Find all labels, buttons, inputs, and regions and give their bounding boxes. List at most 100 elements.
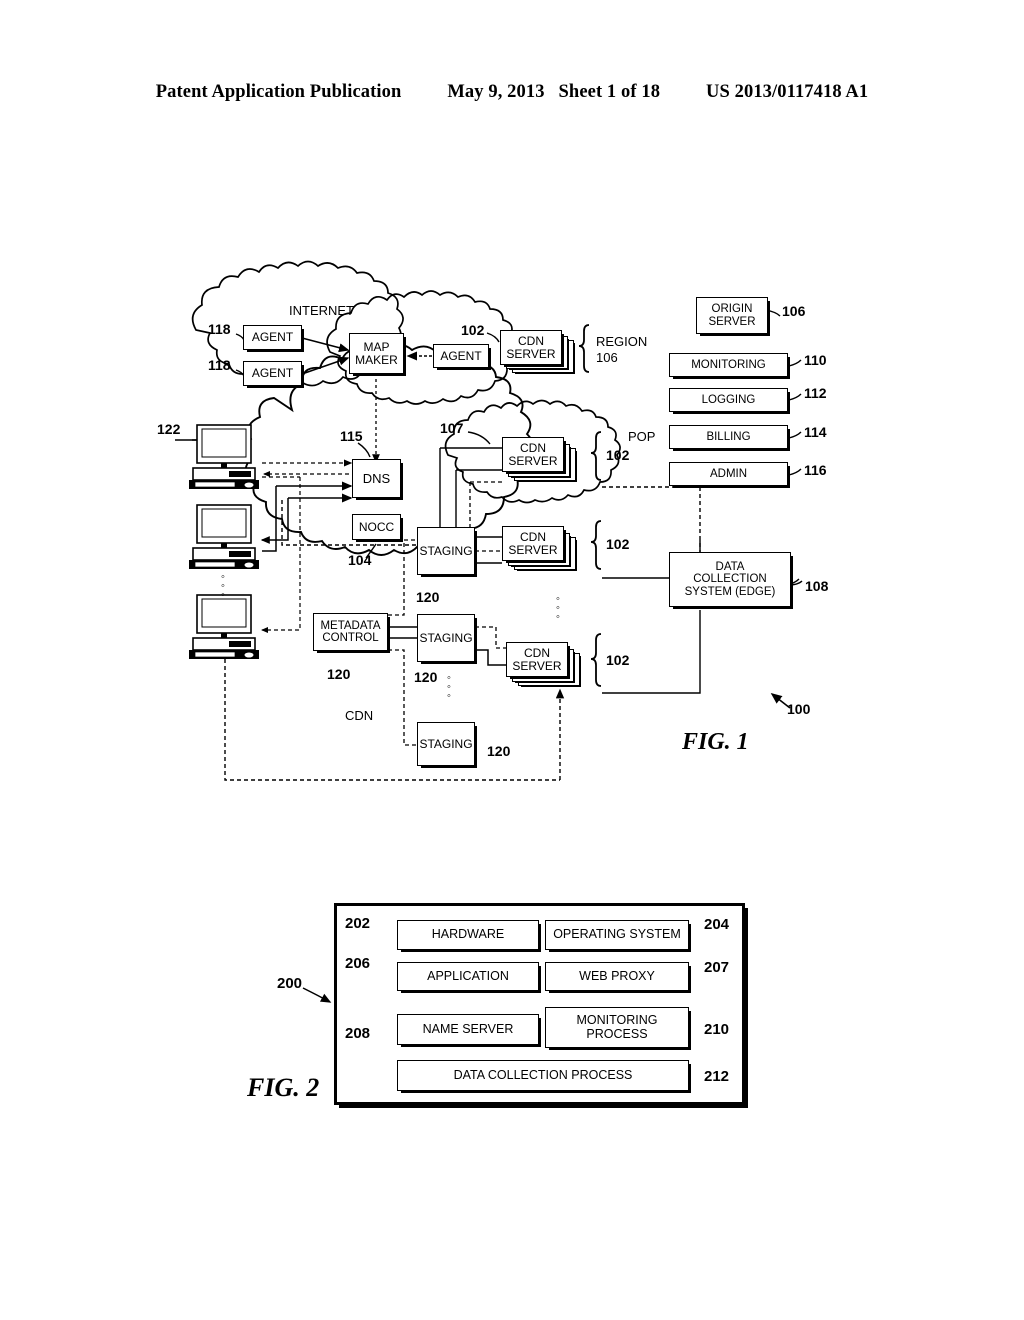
admin-label: ADMIN — [709, 467, 748, 480]
nocc-box[interactable]: NOCC — [352, 514, 401, 540]
ref-202-hardware: 202 — [345, 915, 371, 932]
ref-204-operating-system: 204 — [704, 916, 730, 933]
staging-box-3[interactable]: STAGING — [417, 722, 475, 766]
ref-102-region: 102 — [461, 322, 485, 338]
cdn-cloud-label: CDN — [345, 708, 374, 723]
logging-box[interactable]: LOGGING — [669, 388, 788, 412]
monitoring-box[interactable]: MONITORING — [669, 353, 788, 377]
operating-system-box[interactable]: OPERATING SYSTEM — [545, 920, 689, 950]
dns-box[interactable]: DNS — [352, 459, 401, 498]
data-collection-line1: DATA — [715, 561, 745, 574]
cdn-server-region-box[interactable]: CDN SERVER — [500, 330, 562, 365]
cdn-server-pop3-line2: SERVER — [512, 658, 562, 673]
ref-102-pop1: 102 — [606, 447, 630, 463]
origin-server-line1: ORIGIN — [711, 303, 753, 316]
cdn-server-pop1-line1: CDN — [520, 440, 546, 455]
ref-207-web-proxy: 207 — [704, 959, 730, 976]
agent-box-2-label: AGENT — [251, 366, 294, 381]
agent-box-3[interactable]: AGENT — [433, 344, 489, 368]
ref-110-monitoring: 110 — [804, 352, 827, 368]
monitoring-label: MONITORING — [691, 358, 766, 371]
metadata-control-box[interactable]: METADATA CONTROL — [313, 613, 388, 651]
billing-label: BILLING — [706, 430, 751, 443]
data-collection-process-label: DATA COLLECTION PROCESS — [453, 1067, 633, 1082]
ref-116-admin: 116 — [804, 462, 827, 478]
ref-106-origin-server: 106 — [782, 303, 806, 319]
application-label: APPLICATION — [427, 968, 509, 983]
ref-118-agent-2: 118 — [208, 357, 231, 373]
ref-114-billing: 114 — [804, 424, 827, 440]
ref-100-system: 100 — [787, 701, 811, 717]
data-collection-line2: COLLECTION — [693, 573, 767, 586]
cdn-server-pop3-box[interactable]: CDN SERVER — [506, 642, 568, 677]
region-label-text: REGION — [596, 334, 648, 349]
map-maker-label-line2: MAKER — [355, 352, 398, 367]
cdn-server-region-line2: SERVER — [506, 346, 556, 361]
ref-200-outer: 200 — [277, 975, 303, 992]
ref-115-dns: 115 — [340, 428, 363, 444]
agent-box-1-label: AGENT — [251, 330, 294, 345]
logging-label: LOGGING — [701, 393, 756, 406]
cdn-server-pop2-box[interactable]: CDN SERVER — [502, 526, 564, 561]
monitoring-process-line1: MONITORING — [576, 1012, 658, 1027]
agent-box-1[interactable]: AGENT — [243, 325, 302, 350]
cdn-server-vertical-ellipsis: ◦ ◦ ◦ — [556, 593, 560, 623]
admin-box[interactable]: ADMIN — [669, 462, 788, 486]
origin-server-box[interactable]: ORIGIN SERVER — [696, 297, 768, 334]
ref-120-staging-1: 120 — [416, 589, 440, 605]
hardware-label: HARDWARE — [431, 927, 505, 942]
nocc-label: NOCC — [358, 519, 395, 534]
staging-box-1[interactable]: STAGING — [417, 527, 475, 575]
data-collection-system-box[interactable]: DATA COLLECTION SYSTEM (EDGE) — [669, 552, 791, 607]
figure-2-caption: FIG. 2 — [247, 1073, 320, 1102]
name-server-label: NAME SERVER — [422, 1021, 514, 1036]
staging-box-2-label: STAGING — [419, 630, 473, 645]
name-server-box[interactable]: NAME SERVER — [397, 1014, 539, 1045]
staging-box-2[interactable]: STAGING — [417, 614, 475, 662]
staging-box-1-label: STAGING — [419, 543, 473, 558]
pop-cloud-label: POP — [628, 429, 656, 444]
cdn-server-pop1-box[interactable]: CDN SERVER — [502, 437, 564, 472]
ref-104-nocc: 104 — [348, 552, 372, 568]
web-proxy-box[interactable]: WEB PROXY — [545, 962, 689, 991]
hardware-box[interactable]: HARDWARE — [397, 920, 539, 950]
map-maker-label-line1: MAP — [363, 339, 390, 354]
data-collection-process-box[interactable]: DATA COLLECTION PROCESS — [397, 1060, 689, 1091]
billing-box[interactable]: BILLING — [669, 425, 788, 449]
ref-120-metadata-control: 120 — [327, 666, 351, 682]
cdn-server-pop3-line1: CDN — [524, 645, 550, 660]
ref-112-logging: 112 — [804, 385, 827, 401]
monitoring-process-box[interactable]: MONITORING PROCESS — [545, 1007, 689, 1048]
map-maker-box[interactable]: MAP MAKER — [349, 333, 404, 374]
region-cloud-label: REGION 106 — [596, 334, 647, 367]
ref-208-name-server: 208 — [345, 1025, 371, 1042]
data-collection-line3: SYSTEM (EDGE) — [684, 585, 776, 598]
metadata-control-line2: CONTROL — [322, 632, 379, 644]
agent-box-3-label: AGENT — [440, 348, 482, 363]
cdn-server-pop1-line2: SERVER — [508, 453, 558, 468]
dns-label: DNS — [362, 470, 391, 486]
region-label-ref: 106 — [596, 350, 618, 366]
figure-1-caption: FIG. 1 — [682, 729, 749, 755]
operating-system-label: OPERATING SYSTEM — [553, 927, 681, 942]
ref-118-agent-1: 118 — [208, 321, 231, 337]
ref-120-staging-3: 120 — [487, 743, 511, 759]
ref-102-pop2: 102 — [606, 536, 630, 552]
staging-box-3-label: STAGING — [419, 736, 473, 751]
monitoring-process-line2: PROCESS — [586, 1026, 648, 1041]
ref-122-clients: 122 — [157, 421, 181, 437]
ref-120-staging-2: 120 — [414, 669, 438, 685]
application-box[interactable]: APPLICATION — [397, 962, 539, 991]
ref-210-monitoring-process: 210 — [704, 1021, 730, 1038]
origin-server-line2: SERVER — [708, 315, 756, 328]
cdn-server-pop2-line1: CDN — [520, 529, 546, 544]
cdn-server-region-line1: CDN — [518, 333, 544, 348]
ref-107-pop: 107 — [440, 420, 464, 436]
staging-vertical-ellipsis: ◦ ◦ ◦ — [447, 672, 451, 702]
metadata-control-line1: METADATA — [320, 619, 381, 632]
ref-206-application: 206 — [345, 955, 371, 972]
ref-212-data-collection-process: 212 — [704, 1068, 730, 1085]
cdn-server-pop2-line2: SERVER — [508, 542, 558, 557]
agent-box-2[interactable]: AGENT — [243, 361, 302, 386]
internet-cloud-label: INTERNET — [289, 303, 354, 318]
